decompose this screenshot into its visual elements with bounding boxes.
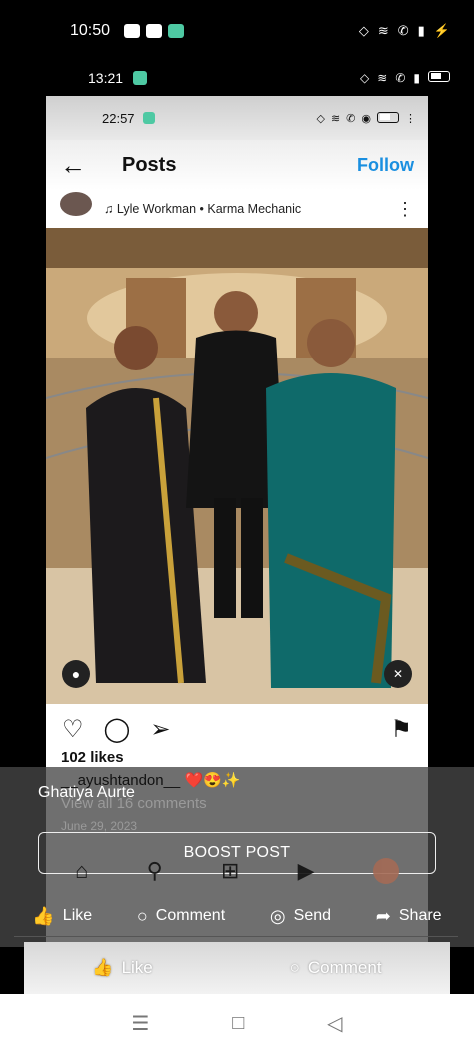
comment-label-2: Comment — [307, 958, 382, 977]
thumbs-up-icon: 👍 — [92, 958, 114, 977]
volte-icon: ✆ — [395, 71, 406, 85]
post-date: June 29, 2023 — [61, 819, 138, 833]
back-arrow-icon[interactable]: ← — [60, 150, 100, 181]
inner-system-icons: ◇ ≋ ✆ ◉ ⋮ — [316, 111, 416, 125]
back-button-icon[interactable]: ◁ — [327, 1011, 342, 1036]
home-button-icon[interactable]: □ — [232, 1012, 244, 1035]
wifi-icon: ≋ — [330, 112, 341, 125]
app-notification-icon — [124, 24, 141, 38]
bookmark-icon[interactable]: ⚑ — [390, 715, 412, 744]
follow-button[interactable]: Follow — [357, 155, 414, 176]
more-options-icon[interactable]: ⋮ — [396, 199, 414, 220]
notification-icons — [124, 24, 185, 38]
overflow-icon: ⋮ — [405, 112, 416, 125]
share-label: Share — [398, 907, 442, 924]
post-actions: ♡ ◯ ➢ ⚑ — [46, 704, 428, 754]
post-photo[interactable]: ● ✕ — [46, 228, 428, 704]
location-icon: ◉ — [361, 112, 371, 125]
tagged-people-icon[interactable]: ● — [62, 660, 90, 688]
inner-status-bar: 22:57 ◇ ≋ ✆ ◉ ⋮ — [46, 96, 428, 140]
reels-icon[interactable]: ▶ — [298, 858, 315, 884]
home-icon[interactable]: ⌂ — [75, 858, 88, 884]
posts-header: ← Posts Follow — [46, 140, 428, 190]
like-label: Like — [62, 907, 93, 924]
data-saver-icon: ◇ — [360, 71, 370, 85]
photo-illustration — [46, 228, 428, 704]
post-author-row: ♫ Lyle Workman • Karma Mechanic ⋮ — [46, 190, 428, 228]
share-arrow-icon: ➦ — [375, 905, 391, 926]
messenger-icon: ◎ — [269, 905, 286, 926]
recent-apps-icon[interactable]: ☰ — [131, 1011, 149, 1036]
system-icons-2: ◇ ≋ ✆ ▮ — [360, 71, 450, 85]
caption-emojis: ❤️😍✨ — [184, 772, 241, 789]
whatsapp-icon — [168, 24, 185, 38]
comment-label: Comment — [155, 907, 226, 924]
mute-icon[interactable]: ✕ — [384, 660, 412, 688]
app-notification-icon — [146, 24, 163, 38]
send-button[interactable]: ◎ Send — [270, 906, 331, 927]
comment-bubble-icon: ○ — [289, 958, 300, 977]
charging-icon: ⚡ — [433, 23, 450, 38]
share-button[interactable]: ➦ Share — [376, 906, 442, 927]
avatar[interactable] — [60, 192, 92, 216]
like-button-2[interactable]: 👍 Like — [92, 958, 152, 978]
wifi-icon: ≋ — [377, 71, 388, 85]
comment-bubble-icon: ○ — [136, 905, 148, 926]
system-navigation-bar: ☰ □ ◁ — [0, 994, 474, 1052]
likes-count[interactable]: 102 likes — [61, 749, 124, 766]
data-saver-icon: ◇ — [316, 112, 325, 125]
post-author-name[interactable]: Ghatiya Aurte — [38, 784, 135, 802]
audio-track-label: Lyle Workman • Karma Mechanic — [116, 202, 302, 216]
comment-button[interactable]: ○ Comment — [137, 906, 225, 927]
battery-icon — [428, 71, 450, 82]
like-button[interactable]: 👍 Like — [32, 906, 92, 927]
volte-icon: ✆ — [397, 23, 409, 38]
nested-status-bar: 13:21 ◇ ≋ ✆ ▮ — [0, 62, 474, 94]
create-icon[interactable]: ⊞ — [221, 858, 239, 884]
comment-icon[interactable]: ◯ — [104, 715, 131, 744]
like-label-2: Like — [121, 958, 153, 977]
page-title: Posts — [122, 153, 177, 176]
facebook-action-bar: 👍 Like ○ Comment ◎ Send ➦ Share — [0, 893, 474, 939]
status-bar: 10:50 ◇ ≋ ✆ ▮ ⚡ — [0, 0, 474, 62]
battery-icon — [377, 111, 399, 123]
signal-icon: ▮ — [413, 71, 420, 85]
profile-avatar[interactable] — [372, 858, 399, 884]
secondary-action-bar: 👍 Like ○ Comment — [24, 942, 450, 994]
search-icon[interactable]: ⚲ — [147, 858, 163, 884]
thumbs-up-icon: 👍 — [32, 905, 55, 926]
system-icons: ◇ ≋ ✆ ▮ ⚡ — [359, 23, 450, 39]
music-note-icon: ♫ — [104, 202, 114, 216]
heart-icon[interactable]: ♡ — [62, 715, 84, 744]
status-time-2: 13:21 — [88, 70, 124, 86]
volte-icon: ✆ — [346, 112, 356, 125]
whatsapp-icon — [133, 71, 148, 85]
signal-icon: ▮ — [417, 23, 425, 38]
comment-button-2[interactable]: ○ Comment — [290, 958, 382, 978]
whatsapp-icon — [142, 112, 155, 124]
instagram-bottom-nav: ⌂ ⚲ ⊞ ▶ — [46, 852, 428, 890]
inner-status-time: 22:57 — [102, 110, 135, 126]
data-saver-icon: ◇ — [358, 23, 369, 38]
send-label: Send — [293, 907, 332, 924]
divider — [14, 936, 458, 937]
audio-track[interactable]: ♫ Lyle Workman • Karma Mechanic — [104, 202, 301, 216]
status-time: 10:50 — [70, 22, 111, 39]
share-icon[interactable]: ➢ — [150, 715, 170, 744]
wifi-icon: ≋ — [377, 23, 389, 38]
